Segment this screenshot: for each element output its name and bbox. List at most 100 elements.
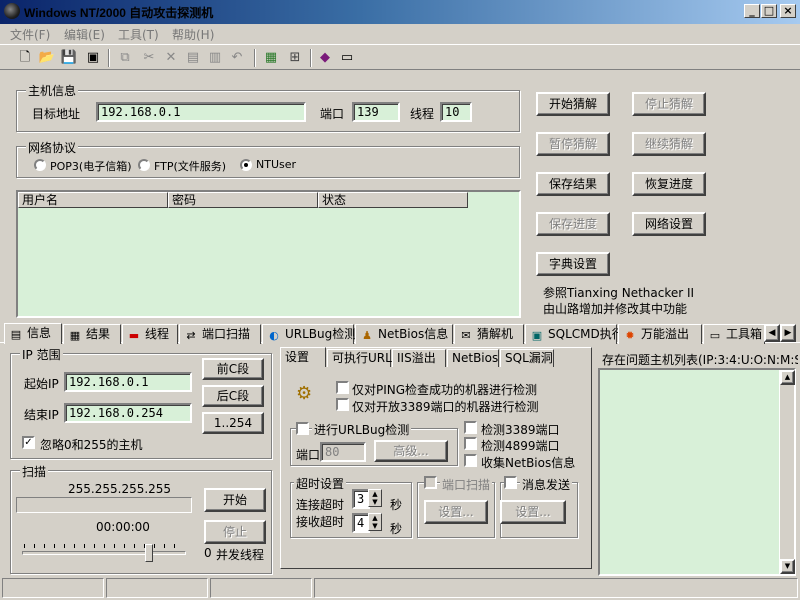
id-card-icon[interactable]: ▭	[338, 49, 356, 67]
settings-tab-settings[interactable]: 设置	[280, 347, 326, 367]
rdp-check-checkbox[interactable]	[336, 398, 349, 411]
results-table[interactable]: 用户名 密码 状态	[16, 190, 521, 318]
menu-help[interactable]: 帮助(H)	[172, 26, 214, 43]
urlbug-port-input[interactable]: 80	[320, 442, 366, 462]
radio-pop3-label: POP3(电子信箱)	[50, 160, 132, 173]
connect-timeout-spinner[interactable]: ▲ ▼	[368, 489, 382, 507]
threads-input[interactable]: 10	[440, 102, 472, 122]
menu-file[interactable]: 文件(F)	[10, 26, 50, 43]
port-scan-tab-icon: ⇄	[186, 329, 196, 342]
thread-slider-track[interactable]	[22, 551, 186, 555]
undo-icon[interactable]: ↶	[228, 49, 246, 67]
network-settings-button[interactable]: 网络设置	[632, 212, 706, 236]
tab-scroll-left-button[interactable]: ◀	[764, 324, 780, 342]
note-line-1: 参照Tianxing Nethacker II	[543, 286, 695, 300]
next-c-segment-button[interactable]: 后C段	[202, 385, 264, 407]
problem-hosts-list[interactable]: ▲ ▼	[598, 368, 796, 576]
message-send-checkbox[interactable]	[504, 476, 517, 489]
menu-bar: 文件(F) 编辑(E) 工具(T) 帮助(H)	[0, 24, 800, 44]
settings-tab-iis[interactable]: IIS溢出	[392, 349, 446, 367]
start-ip-input[interactable]: 192.168.0.1	[64, 372, 192, 392]
paste-special-icon[interactable]: ▥	[206, 49, 224, 67]
ping-check-checkbox[interactable]	[336, 381, 349, 394]
prev-c-segment-button[interactable]: 前C段	[202, 358, 264, 380]
scan-start-button[interactable]: 开始	[204, 488, 266, 512]
minimize-button[interactable]: _	[744, 4, 760, 18]
problem-hosts-scrollbar[interactable]: ▲ ▼	[779, 370, 795, 574]
maximize-button[interactable]: □	[761, 4, 777, 18]
radio-ntuser-label: NTUser	[256, 158, 297, 171]
save-results-button[interactable]: 保存结果	[536, 172, 610, 196]
protocol-label: 网络协议	[26, 139, 79, 156]
scan-stop-button[interactable]: 停止	[204, 520, 266, 544]
target-label: 目标地址	[32, 107, 81, 121]
tab-port-scan[interactable]: ⇄ 端口扫描	[179, 324, 261, 344]
pause-crack-button[interactable]: 暂停猜解	[536, 132, 610, 156]
rdp-check-label: 仅对开放3389端口的机器进行检测	[352, 400, 539, 414]
scroll-down-button[interactable]: ▼	[780, 559, 795, 574]
open-folder-icon[interactable]: 📂	[38, 49, 56, 67]
save-icon[interactable]: 💾	[60, 49, 78, 67]
close-button[interactable]: ×	[780, 4, 796, 18]
title-bar[interactable]: Windows NT/2000 自动攻击探测机 _ □ ×	[0, 0, 800, 24]
detect-3389-checkbox[interactable]	[464, 421, 477, 434]
tab-overflow[interactable]: ✹ 万能溢出	[618, 324, 702, 344]
collect-netbios-checkbox[interactable]	[464, 454, 477, 467]
urlbug-checkbox[interactable]	[296, 422, 309, 435]
tab-sqlcmd[interactable]: ▣ SQLCMD执行	[525, 324, 624, 344]
radio-ntuser[interactable]	[240, 159, 252, 171]
dictionary-settings-button[interactable]: 字典设置	[536, 252, 610, 276]
stop-crack-button[interactable]: 停止猜解	[632, 92, 706, 116]
detect-4899-checkbox[interactable]	[464, 437, 477, 450]
app-icon[interactable]	[4, 3, 20, 19]
new-file-icon[interactable]: 🗋	[16, 49, 34, 67]
urlbug-label: 进行URLBug检测	[312, 421, 412, 438]
end-ip-input[interactable]: 192.168.0.254	[64, 403, 192, 423]
delete-icon[interactable]: ✕	[162, 49, 180, 67]
sql-tab-icon: ▣	[531, 329, 543, 342]
port-input[interactable]: 139	[352, 102, 400, 122]
port-scan-settings-button[interactable]: 设置...	[424, 500, 488, 524]
network-icon[interactable]: ⊞	[286, 49, 304, 67]
tab-info[interactable]: ▤ 信息	[4, 323, 62, 344]
recv-timeout-spinner[interactable]: ▲ ▼	[368, 513, 382, 531]
paste-icon[interactable]: ▤	[184, 49, 202, 67]
column-status[interactable]: 状态	[318, 192, 468, 208]
settings-tab-url[interactable]: 可执行URL	[327, 349, 392, 367]
save-progress-button[interactable]: 保存进度	[536, 212, 610, 236]
threads-label: 线程	[410, 107, 435, 121]
restore-progress-button[interactable]: 恢复进度	[632, 172, 706, 196]
settings-tab-sql[interactable]: SQL漏洞	[500, 349, 554, 367]
target-address-input[interactable]: 192.168.0.1	[96, 102, 306, 122]
toolbar: 🗋 📂 💾 ▣ ⧉ ✂ ✕ ▤ ▥ ↶ ▦ ⊞ ◆ ▭	[0, 44, 800, 70]
tab-overflow-label: 万能溢出	[641, 327, 690, 341]
skip-0-255-checkbox[interactable]: ✓	[22, 436, 35, 449]
book-icon[interactable]: ◆	[316, 49, 334, 67]
tab-toolbox[interactable]: ▭ 工具箱	[703, 324, 765, 344]
radio-ftp[interactable]	[138, 159, 150, 171]
column-username[interactable]: 用户名	[18, 192, 168, 208]
copy-icon[interactable]: ⧉	[116, 49, 134, 67]
tab-urlbug[interactable]: ◐ URLBug检测	[262, 324, 356, 344]
radio-ftp-label: FTP(文件服务)	[154, 160, 227, 173]
port-scan-checkbox[interactable]	[424, 476, 437, 489]
column-password[interactable]: 密码	[168, 192, 318, 208]
tab-netbios[interactable]: ♟ NetBios信息	[355, 324, 453, 344]
scroll-up-button[interactable]: ▲	[780, 370, 795, 385]
resume-crack-button[interactable]: 继续猜解	[632, 132, 706, 156]
tab-results[interactable]: ▦ 结果	[63, 324, 121, 344]
tab-scroll-right-button[interactable]: ▶	[780, 324, 796, 342]
tab-cracker[interactable]: ✉ 猜解机	[454, 324, 524, 344]
advanced-button[interactable]: 高级...	[374, 440, 448, 462]
tab-threads[interactable]: ▬ 线程	[122, 324, 178, 344]
start-crack-button[interactable]: 开始猜解	[536, 92, 610, 116]
radio-pop3[interactable]	[34, 159, 46, 171]
menu-tools[interactable]: 工具(T)	[118, 26, 159, 43]
save-as-icon[interactable]: ▣	[84, 49, 102, 67]
message-send-settings-button[interactable]: 设置...	[500, 500, 566, 524]
settings-tab-netbios[interactable]: NetBios	[447, 349, 499, 367]
stats-icon[interactable]: ▦	[262, 49, 280, 67]
range-1-254-button[interactable]: 1..254	[202, 412, 264, 434]
menu-edit[interactable]: 编辑(E)	[64, 26, 105, 43]
cut-icon[interactable]: ✂	[140, 49, 158, 67]
